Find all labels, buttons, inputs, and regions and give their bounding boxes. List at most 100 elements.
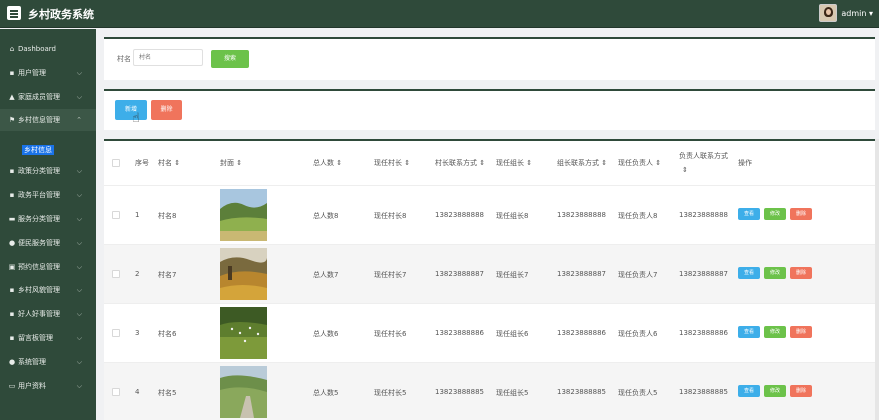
chevron-down-icon: ⌵ — [76, 191, 82, 199]
cell-chief: 现任村长8 — [374, 212, 407, 220]
username[interactable]: admin ▾ — [841, 9, 873, 18]
cell-manager: 现任负责人5 — [618, 389, 658, 397]
table-row: 2 村名7 总人数7 现任村长7 13823888887 现任组长7 13823… — [104, 244, 875, 303]
cell-index: 4 — [135, 388, 140, 396]
column-header-population[interactable]: 总人数 ⇕ — [313, 141, 342, 185]
cell-chief: 现任村长7 — [374, 271, 407, 279]
search-button[interactable]: 搜索 — [211, 50, 249, 68]
row-checkbox[interactable] — [112, 211, 120, 219]
sidebar-item-dashboard[interactable]: ⌂ Dashboard — [0, 38, 96, 60]
sidebar-subitem-label: 乡村信息 — [22, 145, 54, 155]
chevron-down-icon: ⌵ — [76, 69, 82, 77]
row-checkbox[interactable] — [112, 388, 120, 396]
cell-chief: 现任村长5 — [374, 389, 407, 397]
row-checkbox[interactable] — [112, 270, 120, 278]
column-header-index: 序号 — [135, 159, 149, 167]
cell-name: 村名8 — [158, 212, 177, 220]
cell-population: 总人数5 — [313, 389, 339, 397]
cell-chief-phone: 13823888888 — [435, 211, 484, 219]
cell-leader: 现任组长5 — [496, 389, 529, 397]
column-header-leader[interactable]: 现任组长 ⇕ — [496, 141, 532, 185]
sidebar-item-label: 乡村信息管理 — [18, 116, 60, 124]
cover-image — [220, 366, 267, 418]
table-row: 4 村名5 总人数5 现任村长5 13823888885 现任组长5 13823… — [104, 362, 875, 420]
sidebar-item-policy-category[interactable]: ▪ 政策分类管理 ⌵ — [0, 160, 96, 182]
search-input[interactable] — [133, 49, 203, 66]
cell-manager: 现任负责人7 — [618, 271, 658, 279]
add-button[interactable]: 新增 — [115, 100, 147, 120]
pin-icon: ● — [8, 358, 16, 366]
chevron-up-icon: ⌃ — [76, 116, 82, 124]
sidebar-item-family[interactable]: ▲ 家庭成员管理 ⌵ — [0, 86, 96, 108]
sidebar-item-label: 好人好事管理 — [18, 310, 60, 318]
sidebar-item-service-category[interactable]: ▬ 服务分类管理 ⌵ — [0, 208, 96, 230]
flag-icon: ⚑ — [8, 116, 16, 124]
table-row: 1 村名8 总人数8 现任村长8 13823888888 现任组长8 13823… — [104, 185, 875, 244]
cell-manager-phone: 13823888886 — [679, 329, 728, 337]
row-actions: 查看 修改 删除 — [738, 385, 812, 397]
hand-cursor-icon: ☝ — [132, 111, 140, 126]
edit-button[interactable]: 修改 — [764, 267, 786, 279]
cell-leader-phone: 13823888888 — [557, 211, 606, 219]
cell-manager-phone: 13823888888 — [679, 211, 728, 219]
sidebar-item-landscape[interactable]: ▪ 乡村风貌管理 ⌵ — [0, 279, 96, 301]
column-header-leader-phone[interactable]: 组长联系方式 ⇕ — [557, 141, 607, 185]
search-label: 村名 — [117, 55, 131, 63]
menu-icon[interactable] — [7, 6, 21, 20]
view-button[interactable]: 查看 — [738, 326, 760, 338]
cell-name: 村名5 — [158, 389, 177, 397]
avatar[interactable] — [819, 4, 838, 22]
sidebar: ⌂ Dashboard ▪ 用户管理 ⌵ ▲ 家庭成员管理 ⌵ ⚑ 乡村信息管理… — [0, 29, 96, 420]
search-panel: 村名 搜索 — [104, 37, 875, 80]
sidebar-item-convenience[interactable]: ● 便民服务管理 ⌵ — [0, 232, 96, 254]
column-header-name[interactable]: 村名 ⇕ — [158, 141, 180, 185]
card-icon: ▬ — [8, 215, 16, 223]
app-title: 乡村政务系统 — [28, 8, 94, 21]
delete-row-button[interactable]: 删除 — [790, 326, 812, 338]
sidebar-item-good-deeds[interactable]: ▪ 好人好事管理 ⌵ — [0, 303, 96, 325]
sidebar-item-village-info[interactable]: ⚑ 乡村信息管理 ⌃ — [0, 109, 96, 131]
cell-chief: 现任村长6 — [374, 330, 407, 338]
sidebar-item-users[interactable]: ▪ 用户管理 ⌵ — [0, 62, 96, 84]
user-icon: ● — [8, 239, 16, 247]
column-header-cover[interactable]: 封面 ⇕ — [220, 141, 242, 185]
view-button[interactable]: 查看 — [738, 267, 760, 279]
edit-button[interactable]: 修改 — [764, 385, 786, 397]
sidebar-item-system[interactable]: ● 系统管理 ⌵ — [0, 351, 96, 373]
column-header-manager-phone[interactable]: 负责人联系方式 — [679, 151, 728, 161]
view-button[interactable]: 查看 — [738, 208, 760, 220]
cell-manager: 现任负责人8 — [618, 212, 658, 220]
cover-image — [220, 307, 267, 359]
sidebar-item-appointment[interactable]: ▣ 预约信息管理 ⌵ — [0, 256, 96, 278]
row-checkbox[interactable] — [112, 329, 120, 337]
delete-row-button[interactable]: 删除 — [790, 208, 812, 220]
cell-chief-phone: 13823888886 — [435, 329, 484, 337]
column-header-chief-phone[interactable]: 村长联系方式 ⇕ — [435, 141, 485, 185]
sidebar-subitem-village-info[interactable]: 乡村信息 — [0, 140, 96, 160]
data-table: 序号 村名 ⇕ 封面 ⇕ 总人数 ⇕ 现任村长 ⇕ 村长联系方式 ⇕ 现任组长 … — [104, 139, 875, 420]
chevron-down-icon: ⌵ — [76, 215, 82, 223]
view-button[interactable]: 查看 — [738, 385, 760, 397]
cell-population: 总人数8 — [313, 212, 339, 220]
sort-icon[interactable]: ⇕ — [682, 166, 688, 174]
cell-manager-phone: 13823888885 — [679, 388, 728, 396]
chevron-down-icon: ⌵ — [76, 93, 82, 101]
column-header-manager[interactable]: 现任负责人 ⇕ — [618, 141, 661, 185]
sidebar-item-message-board[interactable]: ▪ 留言板管理 ⌵ — [0, 327, 96, 349]
select-all-checkbox[interactable] — [112, 159, 120, 167]
cell-population: 总人数7 — [313, 271, 339, 279]
grid-icon: ▪ — [9, 167, 15, 175]
row-actions: 查看 修改 删除 — [738, 267, 812, 279]
delete-row-button[interactable]: 删除 — [790, 267, 812, 279]
edit-button[interactable]: 修改 — [764, 208, 786, 220]
user-menu[interactable]: admin ▾ — [819, 3, 873, 23]
scrollbar[interactable] — [875, 139, 879, 420]
column-header-chief[interactable]: 现任村长 ⇕ — [374, 141, 410, 185]
chevron-down-icon: ⌵ — [76, 310, 82, 318]
sidebar-item-profile[interactable]: ▭ 用户资料 ⌵ — [0, 375, 96, 397]
grid-icon: ▪ — [9, 191, 15, 199]
delete-button[interactable]: 删除 — [151, 100, 182, 120]
sidebar-item-gov-platform[interactable]: ▪ 政务平台管理 ⌵ — [0, 184, 96, 206]
delete-row-button[interactable]: 删除 — [790, 385, 812, 397]
edit-button[interactable]: 修改 — [764, 326, 786, 338]
